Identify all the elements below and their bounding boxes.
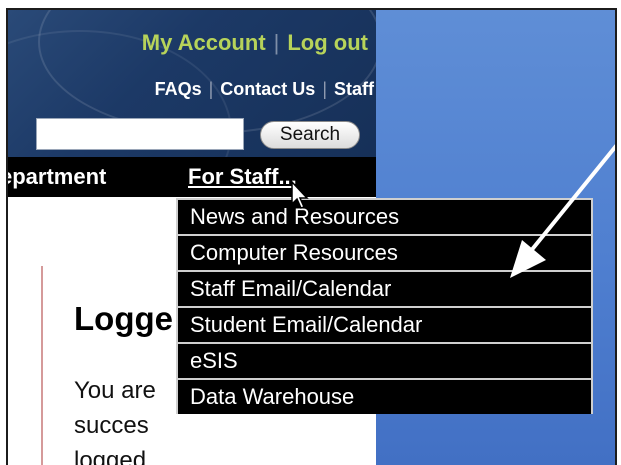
body-line: You are	[74, 377, 156, 404]
account-links: My Account | Log out	[142, 30, 368, 56]
faqs-link[interactable]: FAQs	[155, 79, 202, 99]
nav-item-department[interactable]: epartment	[8, 164, 106, 190]
utility-links: FAQs | Contact Us | Staff	[155, 79, 374, 100]
mouse-pointer-icon	[291, 180, 309, 209]
menu-item-student-email-calendar[interactable]: Student Email/Calendar	[176, 306, 593, 342]
page-title: Logge	[74, 300, 173, 337]
search-input[interactable]	[36, 118, 244, 150]
screenshot-frame: My Account | Log out FAQs | Contact Us | Staff…	[6, 8, 617, 465]
staff-link[interactable]: Staff	[334, 79, 374, 99]
menu-item-data-warehouse[interactable]: Data Warehouse	[176, 378, 593, 414]
menu-item-esis[interactable]: eSIS	[176, 342, 593, 378]
content-divider	[41, 266, 43, 465]
body-line: logged	[74, 447, 147, 465]
contact-us-link[interactable]: Contact Us	[220, 79, 315, 99]
separator: |	[273, 30, 280, 55]
main-nav: epartment For Staff...	[8, 157, 376, 197]
nav-item-for-staff[interactable]: For Staff...	[188, 164, 297, 190]
page-body-text: You are succes logged	[74, 373, 156, 465]
site-header: My Account | Log out FAQs | Contact Us | Staff…	[8, 10, 376, 157]
log-out-link[interactable]: Log out	[287, 30, 368, 55]
separator: |	[322, 79, 327, 99]
my-account-link[interactable]: My Account	[142, 30, 266, 55]
annotation-arrow	[510, 144, 615, 278]
separator: |	[208, 79, 214, 99]
search-button[interactable]: Search	[260, 121, 360, 149]
body-line: succes	[74, 412, 149, 439]
search-bar: Search	[8, 114, 376, 154]
